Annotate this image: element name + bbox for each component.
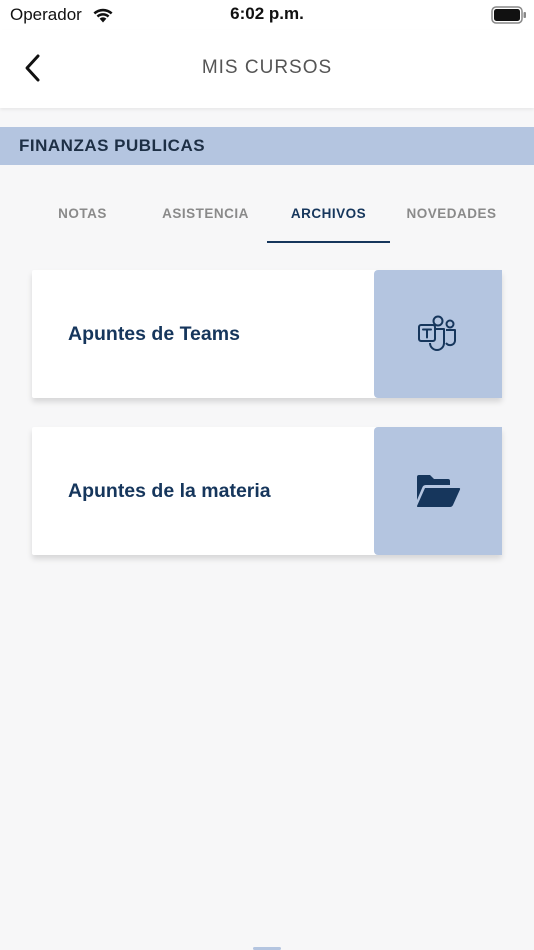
status-time: 6:02 p.m.: [230, 4, 304, 23]
tab-asistencia[interactable]: ASISTENCIA: [144, 185, 267, 241]
folder-open-icon: [416, 475, 461, 507]
tab-archivos[interactable]: ARCHIVOS: [267, 185, 390, 243]
card-label: Apuntes de la materia: [68, 479, 271, 502]
page-title: MIS CURSOS: [201, 57, 333, 78]
navigation-bar: MIS CURSOS: [0, 30, 534, 108]
subject-notes-card[interactable]: Apuntes de la materia: [32, 427, 502, 555]
card-label: Apuntes de Teams: [68, 322, 240, 345]
course-title: FINANZAS PUBLICAS: [19, 136, 206, 155]
tab-novedades[interactable]: NOVEDADES: [390, 185, 513, 241]
teams-icon: [418, 315, 456, 351]
card-icon-box: [374, 427, 502, 555]
course-header: FINANZAS PUBLICAS: [0, 127, 534, 165]
card-icon-box: [374, 270, 502, 398]
tab-notas[interactable]: NOTAS: [21, 185, 144, 241]
status-bar: Operador 6:02 p.m.: [0, 0, 534, 30]
teams-notes-card[interactable]: Apuntes de Teams: [32, 270, 502, 398]
battery-icon: [491, 6, 526, 24]
tab-bar: NOTAS ASISTENCIA ARCHIVOS NOVEDADES: [21, 185, 513, 243]
